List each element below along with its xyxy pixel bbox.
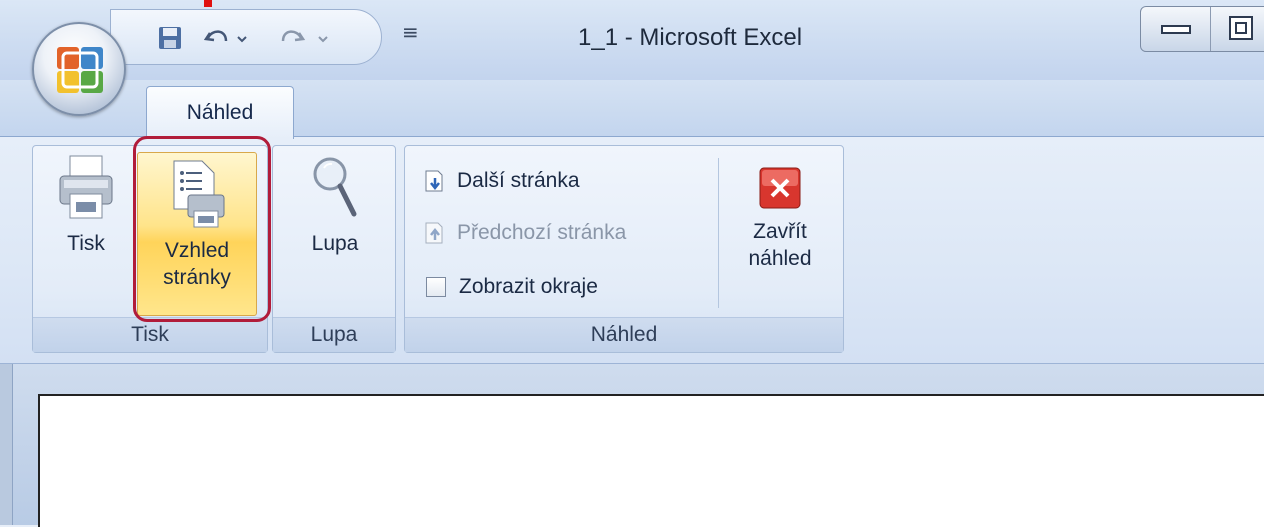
close-preview-label-line2: náhled — [748, 247, 812, 270]
undo-icon[interactable] — [203, 24, 255, 52]
printer-icon — [59, 155, 113, 219]
minimize-icon — [1161, 25, 1191, 34]
next-page-label: Další stránka — [457, 169, 580, 192]
customize-toolbar-icon[interactable]: ≡ — [402, 20, 419, 44]
close-preview-button[interactable]: Zavřít náhled — [727, 166, 833, 272]
checkbox-icon — [426, 277, 446, 297]
print-button-label: Tisk — [67, 232, 105, 255]
highlight-annotation-box — [133, 136, 271, 322]
preview-left-edge — [0, 364, 13, 525]
group-separator — [718, 158, 719, 308]
office-button[interactable] — [32, 22, 126, 116]
next-page-button[interactable]: Další stránka — [423, 164, 580, 198]
zoom-button[interactable]: Lupa — [289, 152, 381, 257]
next-page-icon — [425, 170, 443, 192]
group-label-tisk: Tisk — [33, 317, 267, 352]
zoom-button-label: Lupa — [311, 232, 359, 255]
group-nahled: Další stránka Předchozí stránka Zobrazit… — [404, 145, 844, 353]
magnifier-icon — [313, 157, 357, 217]
close-preview-label-line1: Zavřít — [753, 220, 807, 243]
previous-page-label: Předchozí stránka — [457, 221, 627, 244]
minimize-button[interactable] — [1141, 7, 1211, 51]
restore-icon — [1229, 16, 1253, 40]
window-title: 1_1 - Microsoft Excel — [578, 24, 803, 51]
previous-page-button[interactable]: Předchozí stránka — [423, 216, 626, 250]
quick-access-toolbar — [110, 9, 382, 65]
maximize-button[interactable] — [1211, 7, 1264, 51]
close-icon — [759, 167, 801, 209]
save-icon[interactable] — [153, 24, 187, 52]
group-lupa: Lupa Lupa — [272, 145, 396, 353]
group-label-lupa: Lupa — [273, 317, 395, 352]
preview-page — [38, 394, 1264, 527]
tab-nahled[interactable]: Náhled — [146, 86, 294, 139]
redo-icon[interactable] — [281, 24, 337, 52]
show-margins-checkbox[interactable]: Zobrazit okraje — [423, 270, 598, 304]
show-margins-label: Zobrazit okraje — [459, 275, 598, 298]
window-controls — [1140, 6, 1264, 52]
previous-page-icon — [425, 222, 443, 244]
office-logo-icon — [57, 47, 103, 93]
annotation-mark — [204, 0, 212, 7]
group-label-nahled: Náhled — [405, 317, 843, 352]
print-button[interactable]: Tisk — [41, 152, 131, 257]
